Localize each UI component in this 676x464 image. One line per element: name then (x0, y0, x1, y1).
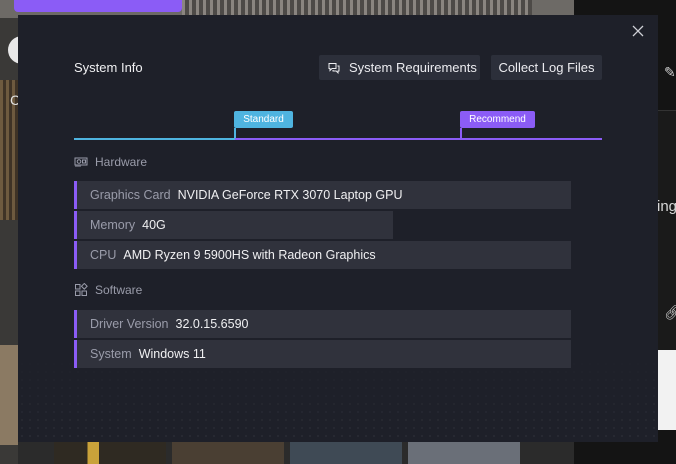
system-info-dialog: System Info System Requirements Collect … (18, 15, 658, 442)
pencil-icon: ✎ (664, 64, 676, 80)
close-button[interactable] (630, 23, 646, 39)
close-icon (632, 25, 644, 37)
row-value: AMD Ryzen 9 5900HS with Radeon Graphics (123, 248, 376, 262)
background-thumbnail (408, 440, 520, 464)
background-thumbnail (290, 440, 402, 464)
recommend-tier-tag: Recommend (460, 111, 535, 128)
system-row: System Windows 11 (74, 340, 571, 368)
row-value: 32.0.15.6590 (175, 317, 249, 331)
background-thumbnail (172, 440, 284, 464)
dialog-title: System Info (74, 60, 143, 75)
row-label: Graphics Card (90, 188, 171, 202)
cpu-row: CPU AMD Ryzen 9 5900HS with Radeon Graph… (74, 241, 571, 269)
tier-progress-line (74, 138, 602, 140)
collect-log-files-label: Collect Log Files (498, 60, 595, 75)
background-purple-button (14, 0, 182, 12)
background-side-white (658, 350, 676, 430)
memory-row: Memory 40G (74, 211, 393, 239)
system-requirements-button[interactable]: System Requirements (319, 55, 480, 80)
link-icon: 🔗︎ (664, 304, 676, 320)
row-label: System (90, 347, 132, 361)
hardware-section-heading: Hardware (74, 154, 147, 170)
software-section-heading: Software (74, 282, 142, 298)
standard-tier-tag: Standard (234, 111, 293, 128)
row-label: CPU (90, 248, 117, 262)
driver-version-row: Driver Version 32.0.15.6590 (74, 310, 571, 338)
background-thumbnail (0, 345, 18, 445)
gpu-icon (74, 155, 88, 169)
row-label: Driver Version (90, 317, 169, 331)
collect-log-files-button[interactable]: Collect Log Files (491, 55, 602, 80)
background-text: ing (657, 198, 676, 215)
row-label: Memory (90, 218, 136, 232)
row-value: 40G (142, 218, 166, 232)
chat-bubbles-icon (328, 62, 340, 74)
background-thumbnail (54, 440, 166, 464)
tier-line-standard-segment (74, 138, 235, 140)
tier-line-recommend-segment (235, 138, 602, 140)
background-thumbnails (18, 440, 658, 464)
hardware-heading-label: Hardware (95, 155, 148, 169)
graphics-card-row: Graphics Card NVIDIA GeForce RTX 3070 La… (74, 181, 571, 209)
row-value: Windows 11 (138, 347, 206, 361)
system-requirements-label: System Requirements (349, 60, 477, 75)
software-heading-label: Software (95, 283, 143, 297)
apps-grid-icon (74, 283, 88, 297)
background-banner-image (182, 0, 532, 16)
row-value: NVIDIA GeForce RTX 3070 Laptop GPU (177, 188, 403, 202)
